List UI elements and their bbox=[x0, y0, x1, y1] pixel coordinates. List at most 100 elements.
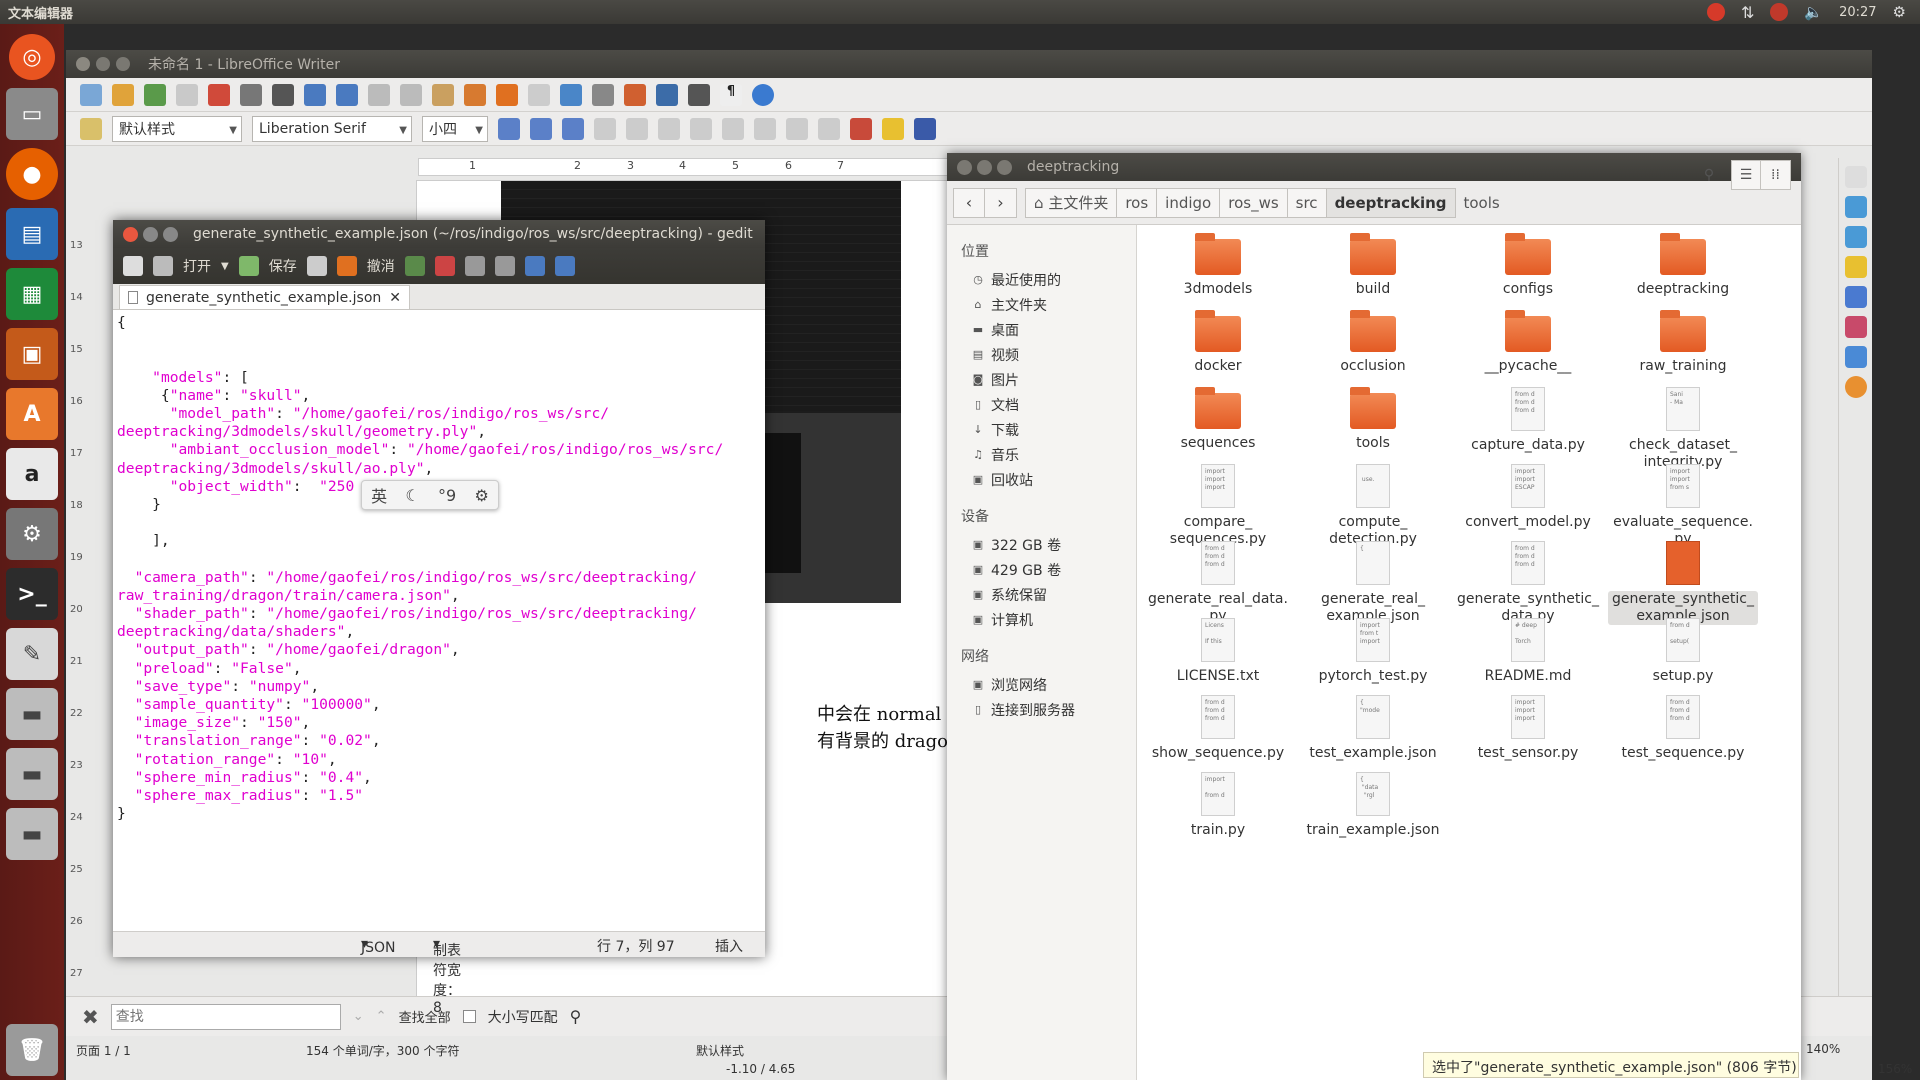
file-item[interactable]: import import import test_sensor.py bbox=[1453, 689, 1603, 762]
calc-icon[interactable]: ▦ bbox=[6, 268, 58, 320]
breadcrumb[interactable]: ros bbox=[1117, 187, 1158, 218]
navigator-icon[interactable] bbox=[656, 83, 678, 106]
bullets-icon[interactable] bbox=[754, 117, 776, 140]
disk-icon[interactable]: ▬ bbox=[6, 688, 58, 740]
maximize-button[interactable] bbox=[163, 226, 178, 242]
find-replace-icon[interactable] bbox=[560, 83, 582, 106]
trash-icon[interactable]: 🗑 bbox=[6, 1024, 58, 1076]
close-button[interactable] bbox=[76, 57, 90, 71]
search-icon[interactable]: ⚲ bbox=[1694, 160, 1724, 190]
file-item[interactable]: from d from d from d show_sequence.py bbox=[1143, 689, 1293, 762]
sidebar-item-videos[interactable]: ▤ 视频 bbox=[947, 342, 1136, 367]
folder-item[interactable]: build bbox=[1298, 227, 1448, 298]
back-button[interactable]: ‹ bbox=[953, 187, 985, 218]
italic-icon[interactable] bbox=[530, 117, 552, 140]
cut-icon[interactable] bbox=[434, 256, 455, 276]
list-view-icon[interactable]: ☰ bbox=[1731, 160, 1761, 190]
folder-item[interactable]: occlusion bbox=[1298, 304, 1448, 375]
print-icon[interactable] bbox=[306, 256, 327, 276]
vertical-ruler[interactable]: 13 14 15 16 17 18 19 20 21 22 23 24 25 2… bbox=[66, 178, 88, 1028]
folder-item[interactable]: deeptracking bbox=[1608, 227, 1758, 298]
file-item[interactable]: # deep Torch README.md bbox=[1453, 612, 1603, 685]
minimize-button[interactable] bbox=[143, 226, 158, 242]
sidebar-item-downloads[interactable]: ↓ 下载 bbox=[947, 417, 1136, 442]
file-item[interactable]: import from d train.py bbox=[1143, 766, 1293, 839]
document-tab[interactable]: generate_synthetic_example.json ✕ bbox=[119, 285, 410, 309]
zoom-level[interactable]: 140% bbox=[1806, 1042, 1840, 1056]
properties-icon[interactable] bbox=[1845, 196, 1867, 218]
bold-icon[interactable] bbox=[498, 117, 520, 140]
file-item[interactable]: { "mode test_example.json bbox=[1298, 689, 1448, 762]
save-icon[interactable] bbox=[144, 83, 166, 106]
amazon-icon[interactable]: a bbox=[6, 448, 58, 500]
moon-icon[interactable]: ☾ bbox=[405, 486, 419, 505]
underline-icon[interactable] bbox=[562, 117, 584, 140]
firefox-icon[interactable]: ● bbox=[6, 148, 58, 200]
file-item[interactable]: { "data "rgl train_example.json bbox=[1298, 766, 1448, 839]
save-button[interactable]: 保存 bbox=[269, 256, 297, 276]
cut-icon[interactable] bbox=[368, 83, 390, 106]
sidebar-item-system-reserved[interactable]: ▣ 系统保留 bbox=[947, 582, 1136, 607]
grid-view-icon[interactable]: ⁞⁞ bbox=[1761, 160, 1791, 190]
highlight-icon[interactable] bbox=[882, 117, 904, 140]
network-icon[interactable]: ⇅ bbox=[1741, 3, 1754, 22]
zoom-level-2[interactable]: 156% bbox=[1878, 1062, 1912, 1076]
close-button[interactable] bbox=[123, 226, 138, 242]
language-selector[interactable]: JSON ▾ bbox=[361, 936, 396, 956]
gallery-deck-icon[interactable] bbox=[1845, 256, 1867, 278]
sidebar-item-connect-server[interactable]: ▯ 连接到服务器 bbox=[947, 697, 1136, 722]
align-left-icon[interactable] bbox=[594, 117, 616, 140]
increase-indent-icon[interactable] bbox=[818, 117, 840, 140]
breadcrumb-current[interactable]: deeptracking bbox=[1326, 187, 1456, 218]
decrease-indent-icon[interactable] bbox=[786, 117, 808, 140]
maximize-button[interactable] bbox=[997, 159, 1012, 175]
find-previous-icon[interactable]: ⌄ bbox=[353, 1009, 364, 1024]
ubuntu-dash-icon[interactable]: ◎ bbox=[9, 34, 55, 80]
sidebar-item-volume-322[interactable]: ▣ 322 GB 卷 bbox=[947, 532, 1136, 557]
copy-icon[interactable] bbox=[400, 83, 422, 106]
export-pdf-icon[interactable] bbox=[208, 83, 230, 106]
undo-icon[interactable] bbox=[336, 256, 357, 276]
tab-width-selector[interactable]: 制表符宽度：8 ▾ bbox=[433, 936, 461, 1016]
styles-icon[interactable] bbox=[80, 117, 102, 140]
disk-icon[interactable]: ▬ bbox=[6, 808, 58, 860]
help-icon[interactable] bbox=[752, 83, 774, 106]
file-item[interactable]: from d from d from d test_sequence.py bbox=[1608, 689, 1758, 762]
undo-icon[interactable] bbox=[496, 83, 518, 106]
undo-button[interactable]: 撤消 bbox=[367, 256, 395, 276]
text-editor-area[interactable]: { "models": [ {"name": "skull", "model_p… bbox=[117, 314, 757, 924]
ime-language-toggle[interactable]: 英 bbox=[371, 483, 387, 507]
save-icon[interactable] bbox=[238, 256, 259, 276]
file-item[interactable]: from d from d from d capture_data.py bbox=[1453, 381, 1603, 454]
replace-icon[interactable] bbox=[554, 256, 575, 276]
find-next-icon[interactable]: ⌃ bbox=[376, 1009, 387, 1024]
gear-icon[interactable]: ⚙ bbox=[474, 486, 488, 505]
folder-item[interactable]: 3dmodels bbox=[1143, 227, 1293, 298]
autospell-icon[interactable] bbox=[336, 83, 358, 106]
folder-item[interactable]: docker bbox=[1143, 304, 1293, 375]
paragraph-bg-icon[interactable] bbox=[914, 117, 936, 140]
new-document-icon[interactable] bbox=[80, 83, 102, 106]
writer-icon[interactable]: ▤ bbox=[6, 208, 58, 260]
text-editor-icon[interactable]: ✎ bbox=[6, 628, 58, 680]
file-item[interactable]: import from t import pytorch_test.py bbox=[1298, 612, 1448, 685]
justify-icon[interactable] bbox=[690, 117, 712, 140]
sidebar-item-volume-429[interactable]: ▣ 429 GB 卷 bbox=[947, 557, 1136, 582]
clone-format-icon[interactable] bbox=[464, 83, 486, 106]
font-name-combo[interactable]: Liberation Serif ▼ bbox=[252, 115, 412, 142]
edit-icon[interactable] bbox=[176, 83, 198, 106]
close-button[interactable] bbox=[957, 159, 972, 175]
disk-icon[interactable]: ▬ bbox=[6, 748, 58, 800]
insert-chart-icon[interactable] bbox=[624, 83, 646, 106]
align-right-icon[interactable] bbox=[658, 117, 680, 140]
redo-icon[interactable] bbox=[404, 256, 425, 276]
paste-icon[interactable] bbox=[432, 83, 454, 106]
new-file-icon[interactable] bbox=[123, 256, 143, 276]
sidebar-item-pictures[interactable]: ◙ 图片 bbox=[947, 367, 1136, 392]
stop-indicator-icon[interactable] bbox=[1706, 3, 1725, 21]
table-icon[interactable] bbox=[592, 83, 614, 106]
gallery-icon[interactable] bbox=[688, 83, 710, 106]
file-item[interactable]: import import ESCAP convert_model.py bbox=[1453, 458, 1603, 531]
software-center-icon[interactable]: A bbox=[6, 388, 58, 440]
sidebar-item-trash[interactable]: ▣ 回收站 bbox=[947, 467, 1136, 492]
